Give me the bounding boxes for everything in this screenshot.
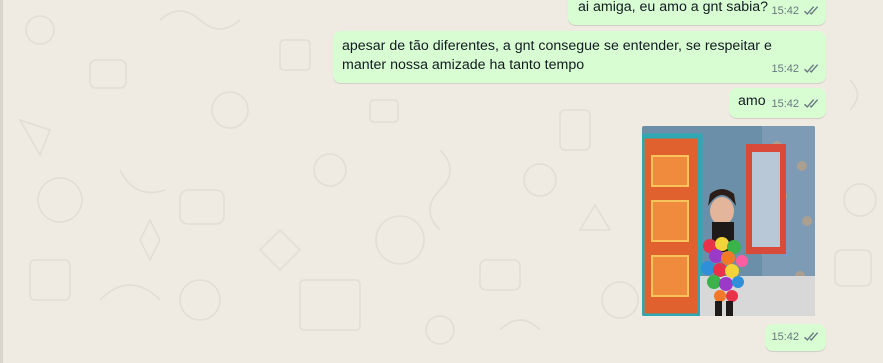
double-check-icon <box>804 332 819 341</box>
outgoing-message-bubble[interactable]: apesar de tão diferentes, a gnt consegue… <box>333 31 826 83</box>
image-meta-bubble: 15:42 <box>765 324 826 351</box>
message-meta: 15:42 <box>771 2 819 21</box>
message-time: 15:42 <box>771 331 799 343</box>
message-time: 15:42 <box>771 98 799 110</box>
outgoing-message-bubble[interactable]: amo 15:42 <box>729 88 826 118</box>
outgoing-message-bubble[interactable]: ai amiga, eu amo a gnt sabia? 15:42 <box>568 0 826 25</box>
message-text: apesar de tão diferentes, a gnt consegue… <box>342 38 772 73</box>
message-time: 15:42 <box>771 63 799 75</box>
message-time: 15:42 <box>771 5 799 17</box>
message-text: amo <box>738 93 766 109</box>
double-check-icon <box>804 64 819 73</box>
message-meta: 15:42 <box>771 328 819 347</box>
image-message[interactable] <box>642 126 815 316</box>
message-meta: 15:42 <box>771 95 819 114</box>
panel-divider <box>0 0 3 363</box>
message-text: ai amiga, eu amo a gnt sabia? <box>578 0 769 15</box>
message-meta: 15:42 <box>771 60 819 79</box>
photo-thumbnail <box>642 126 815 316</box>
double-check-icon <box>804 6 819 15</box>
double-check-icon <box>804 99 819 108</box>
